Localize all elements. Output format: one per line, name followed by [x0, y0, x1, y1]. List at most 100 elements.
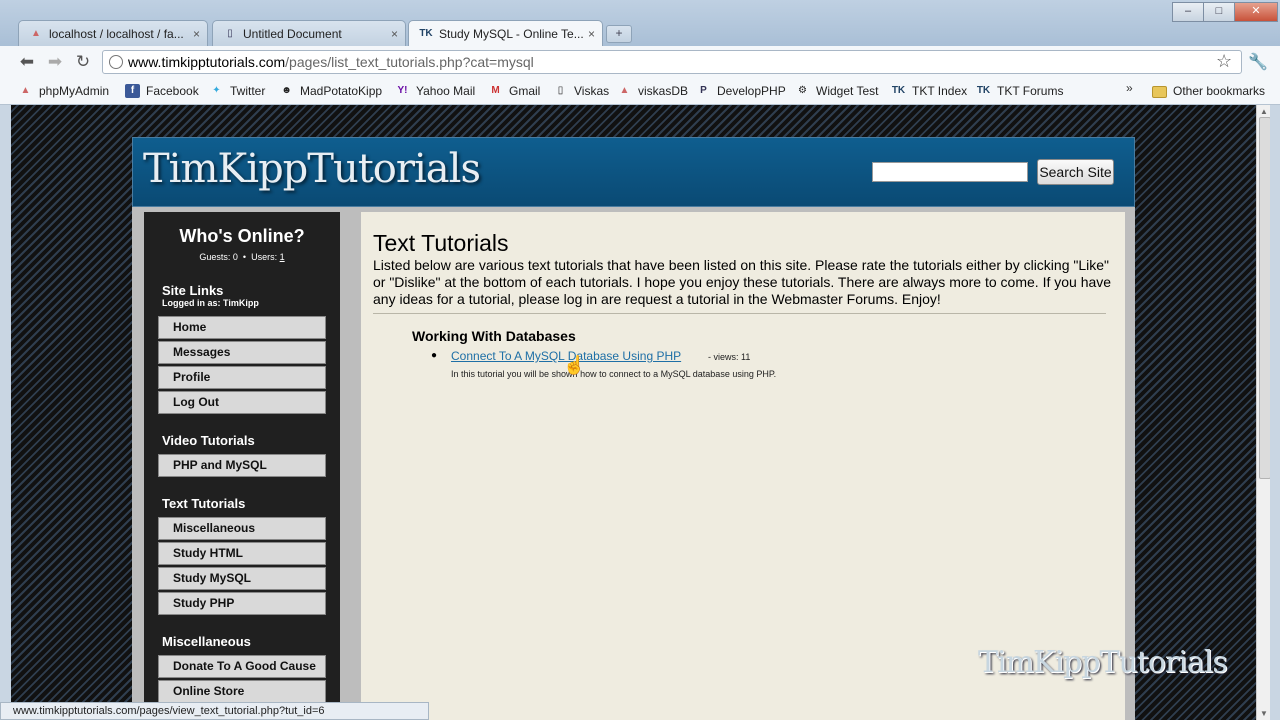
scroll-down-icon[interactable]: ▼ — [1260, 709, 1268, 718]
watermark: TimKippTutorials — [978, 645, 1228, 680]
status-bar: www.timkipptutorials.com/pages/view_text… — [0, 702, 429, 720]
bookmark-developphp[interactable]: P DevelopPHP — [696, 82, 786, 100]
bookmark-gmail[interactable]: M Gmail — [488, 82, 540, 100]
php-icon: P — [700, 85, 707, 96]
nav-profile[interactable]: Profile — [158, 366, 326, 389]
bookmark-label: TKT Index — [912, 84, 968, 98]
bookmark-label: Widget Test — [816, 84, 879, 98]
bookmark-label: TKT Forums — [997, 84, 1064, 98]
bookmark-widget-test[interactable]: ⚙ Widget Test — [795, 82, 878, 100]
divider — [373, 313, 1106, 314]
scroll-up-icon[interactable]: ▲ — [1260, 107, 1268, 116]
site-search-input[interactable] — [872, 162, 1028, 182]
page-icon: ▯ — [227, 28, 233, 39]
search-site-button[interactable]: Search Site — [1037, 159, 1114, 185]
main-content: Text Tutorials Listed below are various … — [361, 212, 1125, 720]
bookmark-viskasdb[interactable]: ▲ viskasDB — [617, 82, 688, 100]
bookmark-star-icon[interactable]: ☆ — [1216, 51, 1232, 72]
minimize-button[interactable]: – — [1172, 2, 1204, 22]
new-tab-button[interactable]: + — [606, 25, 632, 43]
sidebar-panel: Who's Online? Guests: 0 • Users: 1 Site … — [144, 212, 340, 720]
content-frame: Text Tutorials Listed below are various … — [351, 207, 1135, 720]
nav-home[interactable]: Home — [158, 316, 326, 339]
tk-icon: TK — [891, 85, 906, 96]
page-viewport: TimKippTutorials Search Site Who's Onlin… — [11, 105, 1256, 720]
browser-toolbar: ⬅ ➡ ↻ www.timkipptutorials.com/pages/lis… — [0, 46, 1280, 78]
close-window-button[interactable]: ✕ — [1234, 2, 1278, 22]
logged-in-as: Logged in as: TimKipp — [162, 298, 259, 308]
address-bar[interactable]: www.timkipptutorials.com/pages/list_text… — [102, 50, 1242, 74]
page-title: Text Tutorials — [373, 230, 509, 256]
category-title: Working With Databases — [412, 328, 576, 344]
page-icon: ▯ — [557, 85, 564, 96]
site-logo[interactable]: TimKippTutorials — [143, 146, 481, 192]
bookmark-viskas[interactable]: ▯ Viskas — [553, 82, 609, 100]
forward-arrow-icon[interactable]: ➡ — [44, 52, 66, 72]
nav-donate[interactable]: Donate To A Good Cause — [158, 655, 326, 678]
wrench-icon[interactable]: 🔧 — [1248, 52, 1268, 72]
tab-label: Untitled Document — [243, 27, 342, 41]
tab-study-mysql[interactable]: TK Study MySQL - Online Te... × — [408, 20, 603, 46]
close-tab-icon[interactable]: × — [588, 21, 595, 46]
nav-php-and-mysql[interactable]: PHP and MySQL — [158, 454, 326, 477]
tab-untitled-document[interactable]: ▯ Untitled Document × — [212, 20, 406, 46]
tab-phpmyadmin[interactable]: ▲ localhost / localhost / fa... × — [18, 20, 208, 46]
facebook-icon: f — [125, 84, 140, 98]
bookmark-label: viskasDB — [638, 84, 689, 98]
hand-cursor-icon: ☝ — [563, 355, 586, 375]
url-path: /pages/list_text_tutorials.php?cat=mysql — [285, 54, 534, 70]
bookmark-tkt-index[interactable]: TK TKT Index — [891, 82, 967, 100]
bookmark-facebook[interactable]: f Facebook — [125, 82, 199, 100]
website: TimKippTutorials Search Site Who's Onlin… — [132, 137, 1135, 720]
yahoo-icon: Y! — [397, 85, 408, 96]
tab-label: Study MySQL - Online Te... — [439, 27, 584, 41]
tab-label: localhost / localhost / fa... — [49, 27, 184, 41]
url-domain: www.timkipptutorials.com — [128, 54, 286, 70]
globe-icon — [109, 55, 123, 69]
phpmyadmin-icon: ▲ — [619, 85, 630, 96]
nav-log-out[interactable]: Log Out — [158, 391, 326, 414]
address-url[interactable]: www.timkipptutorials.com/pages/list_text… — [128, 51, 534, 73]
phpmyadmin-icon: ▲ — [20, 85, 31, 96]
back-arrow-icon[interactable]: ⬅ — [16, 52, 38, 72]
nav-online-store[interactable]: Online Store — [158, 680, 326, 703]
close-tab-icon[interactable]: × — [391, 21, 398, 46]
other-bookmarks-label: Other bookmarks — [1173, 84, 1266, 98]
bookmarks-overflow-icon[interactable]: » — [1126, 81, 1133, 95]
bookmark-label: Twitter — [230, 84, 266, 98]
twitter-icon: ✦ — [212, 85, 221, 96]
tk-icon: TK — [976, 85, 991, 96]
bookmark-label: Viskas — [574, 84, 610, 98]
nav-messages[interactable]: Messages — [158, 341, 326, 364]
video-tutorials-title: Video Tutorials — [162, 433, 255, 448]
users-label: Users: — [251, 252, 278, 262]
close-tab-icon[interactable]: × — [193, 21, 200, 46]
folder-icon — [1152, 86, 1167, 98]
site-links-title: Site Links — [162, 283, 224, 298]
users-count-link[interactable]: 1 — [280, 252, 285, 262]
bookmark-phpmyadmin[interactable]: ▲ phpMyAdmin — [18, 82, 109, 100]
bookmark-label: DevelopPHP — [717, 84, 786, 98]
phpmyadmin-icon: ▲ — [31, 28, 41, 39]
site-header: TimKippTutorials Search Site — [132, 137, 1135, 207]
bookmark-madpotatokipp[interactable]: ☻ MadPotatoKipp — [279, 82, 382, 100]
nav-miscellaneous[interactable]: Miscellaneous — [158, 517, 326, 540]
user-icon: ☻ — [281, 85, 292, 96]
vertical-scrollbar[interactable]: ▲ ▼ — [1256, 105, 1271, 720]
title-bar: ▲ localhost / localhost / fa... × ▯ Unti… — [0, 0, 1280, 46]
nav-study-php[interactable]: Study PHP — [158, 592, 326, 615]
maximize-button[interactable]: □ — [1203, 2, 1235, 22]
other-bookmarks-folder[interactable]: Other bookmarks — [1152, 82, 1265, 100]
reload-icon[interactable]: ↻ — [72, 52, 94, 72]
bookmark-yahoo-mail[interactable]: Y! Yahoo Mail — [395, 82, 476, 100]
intro-text: Listed below are various text tutorials … — [373, 257, 1112, 307]
miscellaneous-title: Miscellaneous — [162, 634, 251, 649]
nav-study-html[interactable]: Study HTML — [158, 542, 326, 565]
bookmark-tkt-forums[interactable]: TK TKT Forums — [976, 82, 1064, 100]
bookmark-twitter[interactable]: ✦ Twitter — [209, 82, 265, 100]
guests-count: Guests: 0 — [199, 252, 238, 262]
nav-study-mysql[interactable]: Study MySQL — [158, 567, 326, 590]
bookmark-label: Facebook — [146, 84, 199, 98]
tutorial-views: - views: 11 — [708, 352, 751, 362]
tutorial-description: In this tutorial you will be shown how t… — [451, 369, 777, 379]
